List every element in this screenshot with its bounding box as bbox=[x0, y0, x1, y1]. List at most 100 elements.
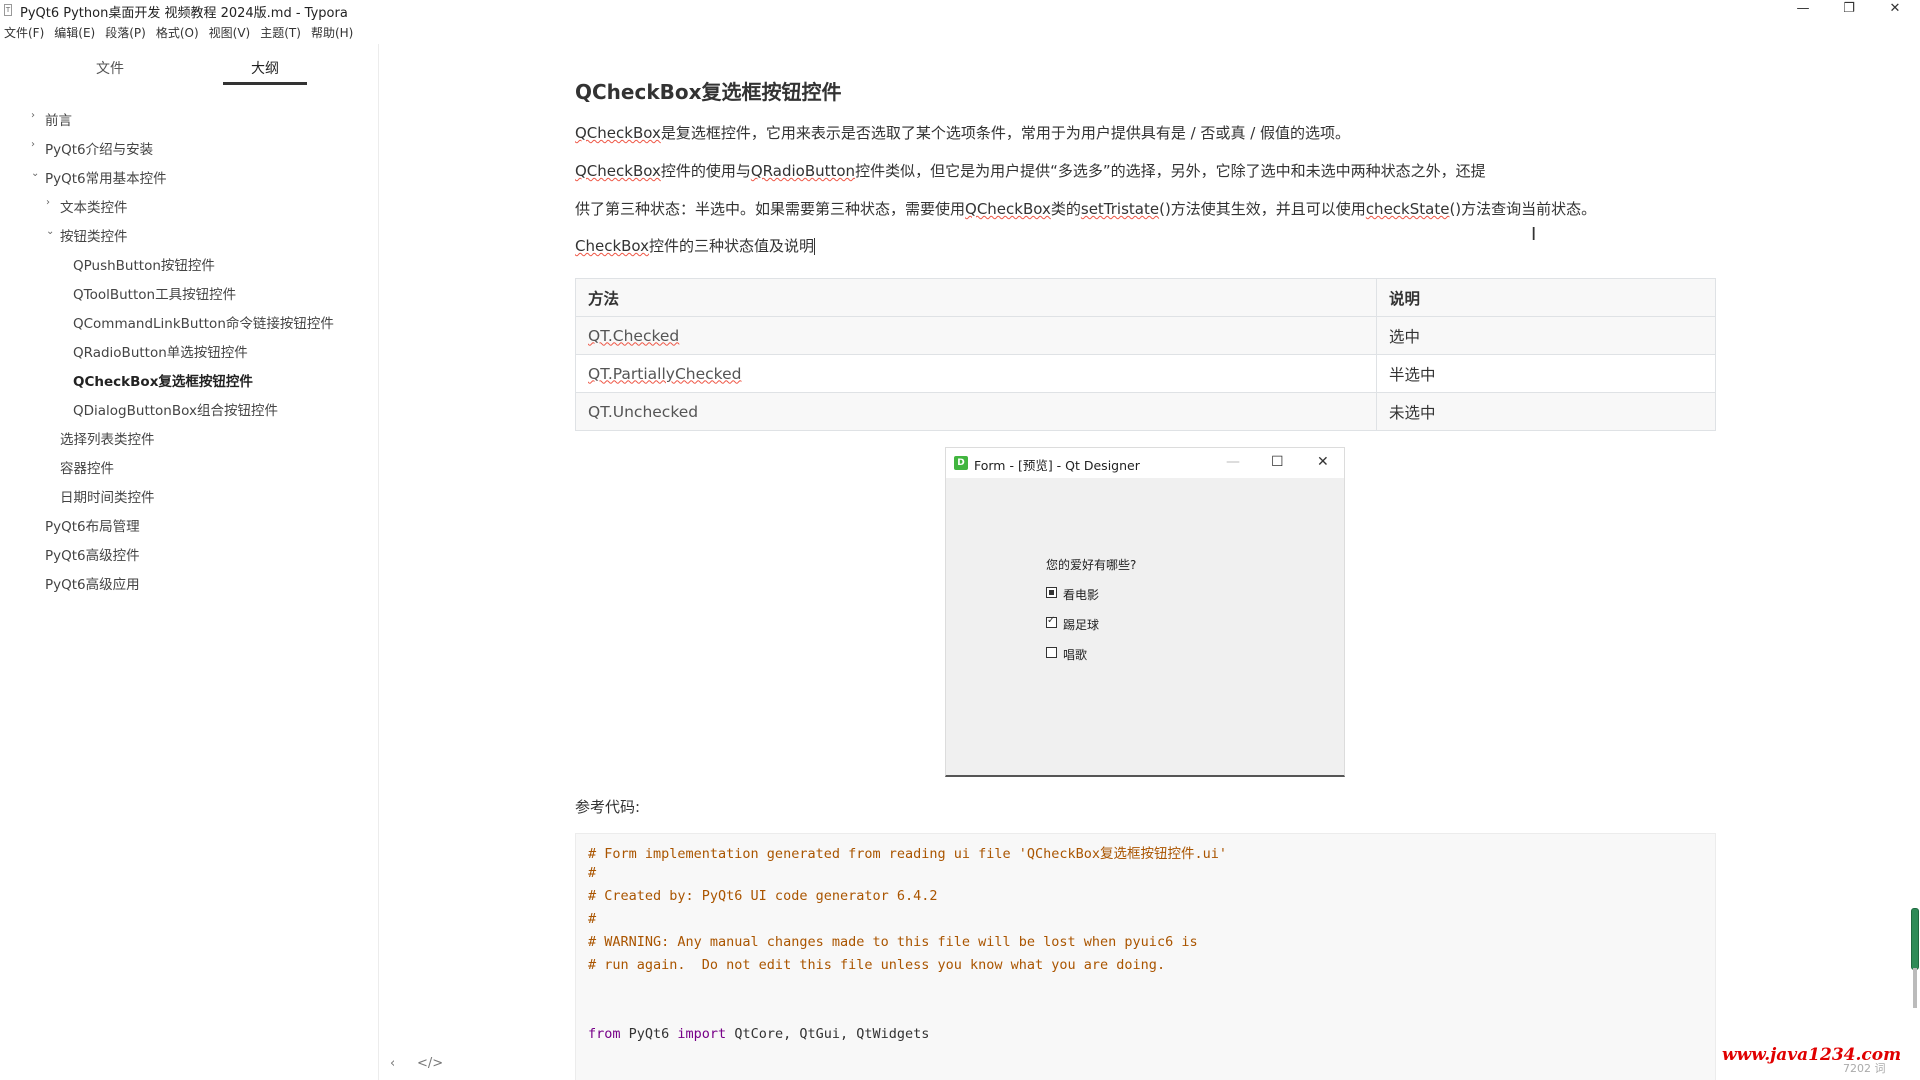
outline-item[interactable]: ⌄ 按钮类控件 bbox=[0, 220, 378, 249]
outline-item-label: PyQt6布局管理 bbox=[45, 519, 140, 535]
table-cell[interactable]: QT.Unchecked bbox=[575, 392, 1377, 431]
paragraph[interactable]: QCheckBox控件的使用与QRadioButton控件类似，但它是为用户提供… bbox=[575, 160, 1486, 181]
chevron-down-icon[interactable]: ⌄ bbox=[46, 226, 54, 237]
table-row: QT.Unchecked 未选中 bbox=[575, 392, 1716, 431]
outline-item[interactable]: PyQt6高级应用 bbox=[0, 568, 378, 597]
menu-theme[interactable]: 主题(T) bbox=[256, 22, 307, 42]
qt-window-title: Form - [预览] - Qt Designer bbox=[974, 458, 1140, 473]
code-keyword: import bbox=[677, 1026, 727, 1042]
code-text: QtCore, QtGui, QtWidgets bbox=[726, 1026, 930, 1042]
text-run: 控件的使用与 bbox=[660, 162, 751, 180]
editor-area[interactable]: QCheckBox复选框按钮控件 QCheckBox是复选框控件，它用来表示是否… bbox=[379, 44, 1920, 1080]
outline-item[interactable]: 日期时间类控件 bbox=[0, 481, 378, 510]
scrollbar-thumb[interactable] bbox=[1911, 908, 1919, 970]
outline-item-active[interactable]: QCheckBox复选框按钮控件 bbox=[0, 365, 378, 394]
chevron-right-icon[interactable]: › bbox=[31, 139, 35, 150]
tab-outline[interactable]: 大纲 bbox=[251, 58, 279, 78]
qt-close-icon: ✕ bbox=[1317, 454, 1329, 470]
outline-item[interactable]: 容器控件 bbox=[0, 452, 378, 481]
outline-item-label: 容器控件 bbox=[60, 461, 114, 477]
outline-item-label: 前言 bbox=[45, 113, 72, 129]
qt-titlebar: D Form - [预览] - Qt Designer — ☐ ✕ bbox=[946, 448, 1344, 478]
menu-format[interactable]: 格式(O) bbox=[152, 22, 205, 42]
table-row: QT.Checked 选中 bbox=[575, 316, 1716, 355]
menu-paragraph[interactable]: 段落(P) bbox=[101, 22, 152, 42]
outline-item[interactable]: › 前言 bbox=[0, 104, 378, 133]
close-button[interactable]: ✕ bbox=[1872, 0, 1918, 20]
outline-item-label: 文本类控件 bbox=[60, 200, 128, 216]
outline-item[interactable]: › 文本类控件 bbox=[0, 191, 378, 220]
chevron-right-icon[interactable]: › bbox=[31, 110, 35, 121]
sidebar-footer: ‹ </> bbox=[0, 1050, 443, 1080]
qt-designer-icon: D bbox=[954, 456, 968, 470]
chevron-right-icon[interactable]: › bbox=[46, 197, 50, 208]
text-caret bbox=[814, 238, 816, 255]
scrollbar-track[interactable] bbox=[1913, 968, 1917, 1008]
menu-edit[interactable]: 编辑(E) bbox=[50, 22, 101, 42]
outline-item-label: PyQt6高级应用 bbox=[45, 577, 140, 593]
unchecked-box-icon bbox=[1046, 647, 1057, 658]
text-run: 是复选框控件，它用来表示是否选取了某个选项条件，常用于为用户提供具有是 / 否或… bbox=[660, 124, 1351, 142]
reference-code-label[interactable]: 参考代码: bbox=[575, 796, 640, 817]
outline-item-label: 日期时间类控件 bbox=[60, 490, 155, 506]
table-cell[interactable]: 选中 bbox=[1376, 316, 1716, 355]
table-header[interactable]: 方法 bbox=[575, 278, 1377, 317]
menu-view[interactable]: 视图(V) bbox=[205, 22, 257, 42]
section-heading[interactable]: QCheckBox复选框按钮控件 bbox=[575, 76, 842, 105]
qt-checkbox-label: 唱歌 bbox=[1063, 648, 1088, 662]
spellcheck-word: QT.Checked bbox=[588, 326, 680, 345]
outline-item-label: 选择列表类控件 bbox=[60, 432, 155, 448]
spellcheck-word: CheckBox bbox=[575, 237, 650, 255]
spellcheck-word: QCheckBox bbox=[575, 162, 661, 180]
spellcheck-word: QCheckBox bbox=[575, 124, 661, 142]
code-line: # Form implementation generated from rea… bbox=[588, 846, 1228, 862]
minimize-button[interactable]: — bbox=[1780, 0, 1826, 20]
outline-item[interactable]: QCommandLinkButton命令链接按钮控件 bbox=[0, 307, 378, 336]
outline-item[interactable]: PyQt6高级控件 bbox=[0, 539, 378, 568]
outline-tree: › 前言 › PyQt6介绍与安装 ⌄ PyQt6常用基本控件 › 文本类控件 ⌄ 按钮类… bbox=[0, 104, 378, 597]
partially-checked-box-icon bbox=[1046, 587, 1057, 598]
active-tab-indicator bbox=[223, 82, 307, 85]
outline-item[interactable]: QPushButton按钮控件 bbox=[0, 249, 378, 278]
outline-item-label: PyQt6高级控件 bbox=[45, 548, 140, 564]
outline-item[interactable]: ⌄ PyQt6常用基本控件 bbox=[0, 162, 378, 191]
paragraph[interactable]: CheckBox控件的三种状态值及说明 bbox=[575, 235, 816, 256]
outline-item[interactable]: QDialogButtonBox组合按钮控件 bbox=[0, 394, 378, 423]
table-cell[interactable]: 半选中 bbox=[1376, 354, 1716, 393]
embedded-screenshot-qt-designer[interactable]: D Form - [预览] - Qt Designer — ☐ ✕ 您的爱好有哪… bbox=[945, 447, 1345, 777]
code-line: from PyQt6 import QtCore, QtGui, QtWidge… bbox=[588, 1026, 929, 1042]
title-bar: T PyQt6 Python桌面开发 视频教程 2024版.md - Typor… bbox=[0, 0, 1920, 21]
code-line: # run again. Do not edit this file unles… bbox=[588, 957, 1166, 973]
states-table[interactable]: 方法 说明 QT.Checked 选中 QT.PartiallyChecked … bbox=[575, 278, 1716, 431]
tab-files[interactable]: 文件 bbox=[96, 58, 124, 78]
outline-item[interactable]: › PyQt6介绍与安装 bbox=[0, 133, 378, 162]
table-cell[interactable]: QT.PartiallyChecked bbox=[575, 354, 1377, 393]
restore-button[interactable]: ❐ bbox=[1826, 0, 1872, 20]
outline-item[interactable]: QToolButton工具按钮控件 bbox=[0, 278, 378, 307]
table-header[interactable]: 说明 bbox=[1376, 278, 1716, 317]
paragraph[interactable]: 供了第三种状态：半选中。如果需要第三种状态，需要使用QCheckBox类的set… bbox=[575, 198, 1596, 219]
text-run: ()方法查询当前状态。 bbox=[1449, 200, 1597, 218]
table-cell[interactable]: QT.Checked bbox=[575, 316, 1377, 355]
outline-item[interactable]: 选择列表类控件 bbox=[0, 423, 378, 452]
outline-item-label: PyQt6介绍与安装 bbox=[45, 142, 154, 158]
paragraph[interactable]: QCheckBox是复选框控件，它用来表示是否选取了某个选项条件，常用于为用户提… bbox=[575, 122, 1350, 143]
code-line: # bbox=[588, 865, 597, 881]
table-cell[interactable]: 未选中 bbox=[1376, 392, 1716, 431]
text-run: 供了第三种状态：半选中。如果需要第三种状态，需要使用 bbox=[575, 200, 966, 218]
chevron-down-icon[interactable]: ⌄ bbox=[31, 168, 39, 179]
spellcheck-word: checkState bbox=[1365, 200, 1450, 218]
word-count[interactable]: 7202 词 bbox=[1843, 1060, 1886, 1076]
sidebar: 文件 大纲 › 前言 › PyQt6介绍与安装 ⌄ PyQt6常用基本控件 › 文本类控… bbox=[0, 44, 443, 1080]
table-row: QT.PartiallyChecked 半选中 bbox=[575, 354, 1716, 393]
menu-help[interactable]: 帮助(H) bbox=[307, 22, 359, 42]
menu-file[interactable]: 文件(F) bbox=[0, 22, 50, 42]
outline-item[interactable]: PyQt6布局管理 bbox=[0, 510, 378, 539]
spellcheck-word: QCheckBox bbox=[965, 200, 1051, 218]
text-run: 控件类似，但它是为用户提供“多选多”的选择，另外，它除了选中和未选中两种状态之外… bbox=[855, 162, 1486, 180]
code-block[interactable]: # Form implementation generated from rea… bbox=[575, 833, 1716, 1080]
code-line: # bbox=[588, 911, 597, 927]
code-line: # WARNING: Any manual changes made to th… bbox=[588, 934, 1198, 950]
qt-maximize-icon: ☐ bbox=[1271, 454, 1284, 470]
outline-item[interactable]: QRadioButton单选按钮控件 bbox=[0, 336, 378, 365]
